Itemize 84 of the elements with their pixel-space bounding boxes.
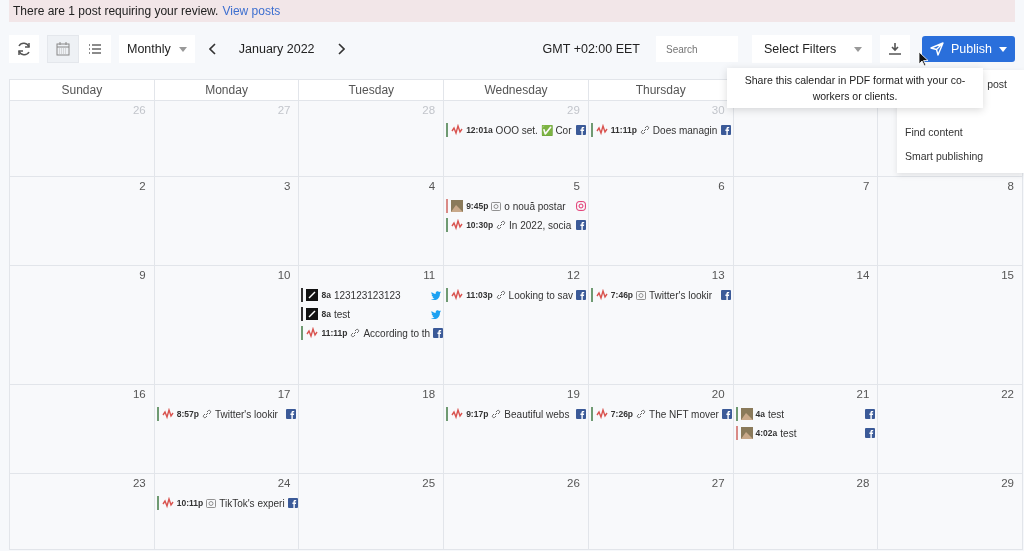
pdf-share-tooltip: Share this calendar in PDF format with your co-workers or clients. bbox=[727, 68, 983, 108]
day-number: 4 bbox=[428, 180, 436, 192]
day-number: 26 bbox=[567, 477, 580, 489]
post-time: 11:11p bbox=[610, 125, 637, 135]
caret-icon bbox=[178, 46, 187, 52]
day-number: 13 bbox=[711, 269, 725, 281]
day-number: 27 bbox=[711, 477, 725, 489]
day-number: 19 bbox=[567, 388, 580, 400]
day-number: 21 bbox=[856, 388, 870, 400]
post-title[interactable]: Twitter's lookir bbox=[214, 408, 284, 420]
publish-menu-item[interactable]: Smart publishing bbox=[897, 144, 1024, 168]
day-number: 2 bbox=[139, 180, 146, 192]
filters-dropdown[interactable]: Select Filters bbox=[752, 35, 872, 63]
download-icon bbox=[888, 42, 902, 56]
weekday-header: Tuesday bbox=[299, 79, 445, 101]
post-title[interactable]: Twitter's lookir bbox=[649, 289, 718, 301]
day-number: 8 bbox=[1007, 180, 1014, 192]
day-number: 24 bbox=[277, 477, 291, 489]
post-title[interactable]: Beautiful webs bbox=[504, 408, 573, 420]
download-button[interactable] bbox=[880, 35, 910, 63]
post-title[interactable]: According to th bbox=[363, 327, 431, 339]
day-number: 23 bbox=[132, 477, 146, 489]
refresh-button[interactable] bbox=[9, 35, 39, 63]
publish-button[interactable]: Publish bbox=[922, 36, 1015, 62]
post-time: 9:17p bbox=[466, 409, 489, 419]
post-time: 10:30p bbox=[466, 220, 494, 230]
post-time: 4a bbox=[755, 409, 766, 419]
day-number: 29 bbox=[1001, 477, 1014, 489]
post-time: 8a bbox=[321, 290, 331, 300]
day-number: 20 bbox=[711, 388, 725, 400]
day-number: 7 bbox=[862, 180, 870, 192]
post-title[interactable]: o nouă postar bbox=[504, 200, 573, 212]
post-time: 11:03p bbox=[466, 290, 493, 300]
day-number: 22 bbox=[1001, 388, 1014, 400]
weekday-header: Sunday bbox=[10, 79, 155, 101]
day-number: 5 bbox=[573, 180, 580, 192]
post-time: 8:57p bbox=[176, 409, 199, 419]
review-notice: There are 1 post requiring your review. bbox=[13, 4, 219, 18]
day-number: 15 bbox=[1001, 269, 1014, 281]
post-time: 9:45p bbox=[466, 201, 489, 211]
day-number: 12 bbox=[567, 269, 580, 281]
day-number: 10 bbox=[277, 269, 291, 281]
calendar-icon bbox=[55, 41, 71, 57]
post-title[interactable]: OOO set. ✅ Cor bbox=[495, 124, 573, 136]
post-time: 11:11p bbox=[321, 328, 348, 338]
month-title: January 2022 bbox=[237, 42, 316, 56]
post-time: 7:26p bbox=[610, 409, 634, 419]
refresh-icon bbox=[16, 41, 32, 57]
post-time: 4:02a bbox=[755, 428, 778, 438]
weekday-header: Wednesday bbox=[444, 79, 589, 101]
post-title[interactable]: Looking to sav bbox=[508, 289, 574, 301]
caret-icon bbox=[854, 46, 862, 52]
post-title[interactable]: Does managin bbox=[652, 124, 718, 136]
day-number: 28 bbox=[856, 477, 870, 489]
day-number: 14 bbox=[856, 269, 870, 281]
weekday-header: Monday bbox=[154, 79, 300, 101]
day-number: 18 bbox=[422, 388, 436, 400]
day-number: 9 bbox=[139, 269, 146, 281]
post-title[interactable]: test bbox=[768, 408, 863, 420]
search-field[interactable]: Search bbox=[656, 36, 738, 62]
mouse-cursor-icon bbox=[918, 51, 929, 67]
post-time: 7:46p bbox=[610, 290, 634, 300]
day-number: 25 bbox=[422, 477, 436, 489]
post-time: 12:01a bbox=[466, 125, 493, 135]
caret-icon bbox=[999, 46, 1007, 52]
post-title[interactable]: In 2022, socia bbox=[509, 219, 573, 231]
post-time: 10:11p bbox=[176, 498, 204, 508]
day-number: 6 bbox=[718, 180, 725, 192]
day-number: 11 bbox=[423, 269, 436, 281]
period-dropdown[interactable]: Monthly bbox=[119, 35, 195, 63]
list-icon bbox=[87, 41, 103, 57]
paper-plane-icon bbox=[930, 42, 944, 56]
post-title[interactable]: TikTok's experi bbox=[219, 497, 285, 509]
view-posts-link[interactable]: View posts bbox=[222, 4, 281, 18]
post-title[interactable]: The NFT mover bbox=[649, 408, 719, 420]
day-number: 16 bbox=[132, 388, 146, 400]
post-title[interactable]: 123123123123 bbox=[333, 289, 429, 301]
post-title[interactable]: test bbox=[780, 427, 863, 439]
post-time: 8a bbox=[321, 309, 331, 319]
timezone-label: GMT +02:00 EET bbox=[542, 42, 640, 56]
day-number: 3 bbox=[284, 180, 291, 192]
post-title[interactable]: test bbox=[333, 308, 429, 320]
day-number: 17 bbox=[277, 388, 291, 400]
publish-menu-item[interactable]: Find content bbox=[897, 120, 1024, 144]
